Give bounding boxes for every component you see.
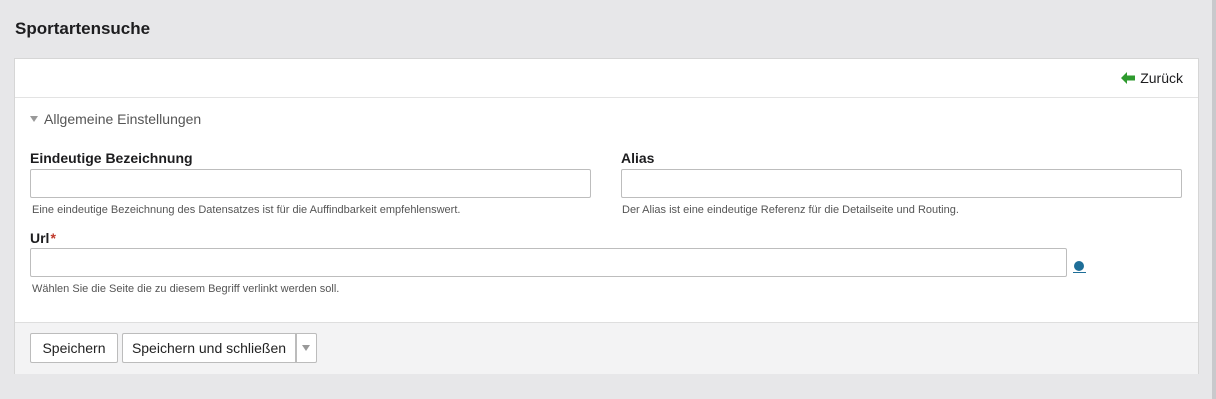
chevron-down-icon [302,345,310,351]
triangle-down-icon [30,116,38,122]
alias-input[interactable] [621,169,1182,198]
url-label: Url* [30,230,56,246]
required-marker: * [50,230,56,246]
arrow-left-icon [1121,72,1136,84]
section-title: Allgemeine Einstellungen [44,111,202,127]
back-link[interactable]: Zurück [1121,70,1183,86]
alias-label: Alias [621,150,655,166]
link-picker-icon[interactable] [1073,260,1086,274]
alias-help-text: Der Alias ist eine eindeutige Referenz f… [622,204,959,216]
back-link-label: Zurück [1140,70,1183,86]
save-options-dropdown-button[interactable] [295,333,317,363]
form-footer: Speichern Speichern und schließen [15,322,1198,374]
url-input[interactable] [30,248,1067,277]
panel-toolbar: Zurück [15,59,1198,98]
bezeichnung-help-text: Eine eindeutige Bezeichnung des Datensat… [32,204,461,216]
url-label-text: Url [30,230,50,246]
save-button[interactable]: Speichern [30,333,118,363]
section-toggle-general[interactable]: Allgemeine Einstellungen [30,111,201,127]
bezeichnung-input[interactable] [30,169,591,198]
bezeichnung-label: Eindeutige Bezeichnung [30,150,193,166]
save-and-close-button[interactable]: Speichern und schließen [122,333,295,363]
form-panel: Zurück Allgemeine Einstellungen Eindeuti… [14,58,1199,374]
link-underline [1073,272,1086,273]
dot-icon [1074,261,1084,271]
page-title: Sportartensuche [15,19,151,38]
window-edge [1212,0,1216,399]
url-help-text: Wählen Sie die Seite die zu diesem Begri… [32,283,340,295]
